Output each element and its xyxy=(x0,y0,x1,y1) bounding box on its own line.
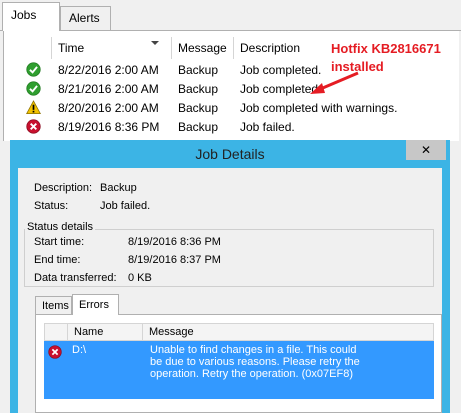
job-message: Backup xyxy=(178,82,219,96)
job-description: Job failed. xyxy=(240,120,295,134)
tab-errors[interactable]: Errors xyxy=(72,294,119,315)
column-header-error-message[interactable]: Message xyxy=(143,324,434,341)
column-header-time[interactable]: Time xyxy=(52,37,172,59)
dialog-title: Job Details xyxy=(195,146,265,162)
column-header-name[interactable]: Name xyxy=(68,324,143,341)
tab-items[interactable]: Items xyxy=(35,296,72,314)
column-header-error-icon[interactable] xyxy=(45,324,68,341)
detail-tabstrip: Items Errors xyxy=(35,294,435,315)
dialog-body: Description: Backup Status: Job failed. … xyxy=(18,168,442,413)
job-time: 8/21/2016 2:00 AM xyxy=(58,82,159,96)
table-row[interactable]: 8/20/2016 2:00 AM Backup Job completed w… xyxy=(4,98,460,118)
annotation-arrow-icon xyxy=(310,71,359,94)
start-time-value: 8/19/2016 8:36 PM xyxy=(128,236,221,248)
job-time: 8/19/2016 8:36 PM xyxy=(58,120,160,134)
tab-alerts[interactable]: Alerts xyxy=(60,6,111,30)
error-row[interactable]: D:\ Unable to find changes in a file. Th… xyxy=(44,341,434,399)
job-description: Job completed with warnings. xyxy=(240,101,398,115)
column-header-message[interactable]: Message xyxy=(172,37,234,59)
status-label: Status: xyxy=(34,200,69,212)
status-value: Job failed. xyxy=(100,200,151,212)
column-header-time-label: Time xyxy=(58,41,85,55)
status-details-title: Status details xyxy=(25,221,96,233)
tab-jobs[interactable]: Jobs xyxy=(2,2,60,31)
description-label: Description: xyxy=(34,182,93,194)
job-time: 8/22/2016 2:00 AM xyxy=(58,63,159,77)
job-time: 8/20/2016 2:00 AM xyxy=(58,101,159,115)
annotation-line-1: Hotfix KB2816671 xyxy=(331,41,441,56)
data-transferred-value: 0 KB xyxy=(128,272,152,284)
success-icon xyxy=(26,62,41,77)
error-icon xyxy=(48,345,62,359)
end-time-value: 8/19/2016 8:37 PM xyxy=(128,254,221,266)
error-icon xyxy=(26,119,41,134)
column-header-description[interactable]: Description xyxy=(234,37,334,59)
column-header-status[interactable] xyxy=(20,37,52,59)
job-message: Backup xyxy=(178,101,219,115)
errors-panel: Name Message D:\ Unable to find changes … xyxy=(35,314,442,413)
success-icon xyxy=(26,81,41,96)
start-time-label: Start time: xyxy=(34,236,85,248)
close-button[interactable]: ✕ xyxy=(406,140,446,160)
end-time-label: End time: xyxy=(34,254,81,266)
description-value: Backup xyxy=(100,182,137,194)
sort-descending-icon xyxy=(151,41,159,45)
table-row[interactable]: 8/19/2016 8:36 PM Backup Job failed. xyxy=(4,117,460,137)
data-transferred-label: Data transferred: xyxy=(34,272,117,284)
error-message: Unable to find changes in a file. This c… xyxy=(150,344,360,380)
job-message: Backup xyxy=(178,120,219,134)
main-tabstrip: Jobs Alerts xyxy=(0,0,461,32)
error-name: D:\ xyxy=(72,344,87,356)
warning-icon xyxy=(26,100,41,114)
job-message: Backup xyxy=(178,63,219,77)
job-details-dialog: Job Details ✕ Description: Backup Status… xyxy=(10,140,450,413)
errors-list-header: Name Message xyxy=(44,323,434,341)
